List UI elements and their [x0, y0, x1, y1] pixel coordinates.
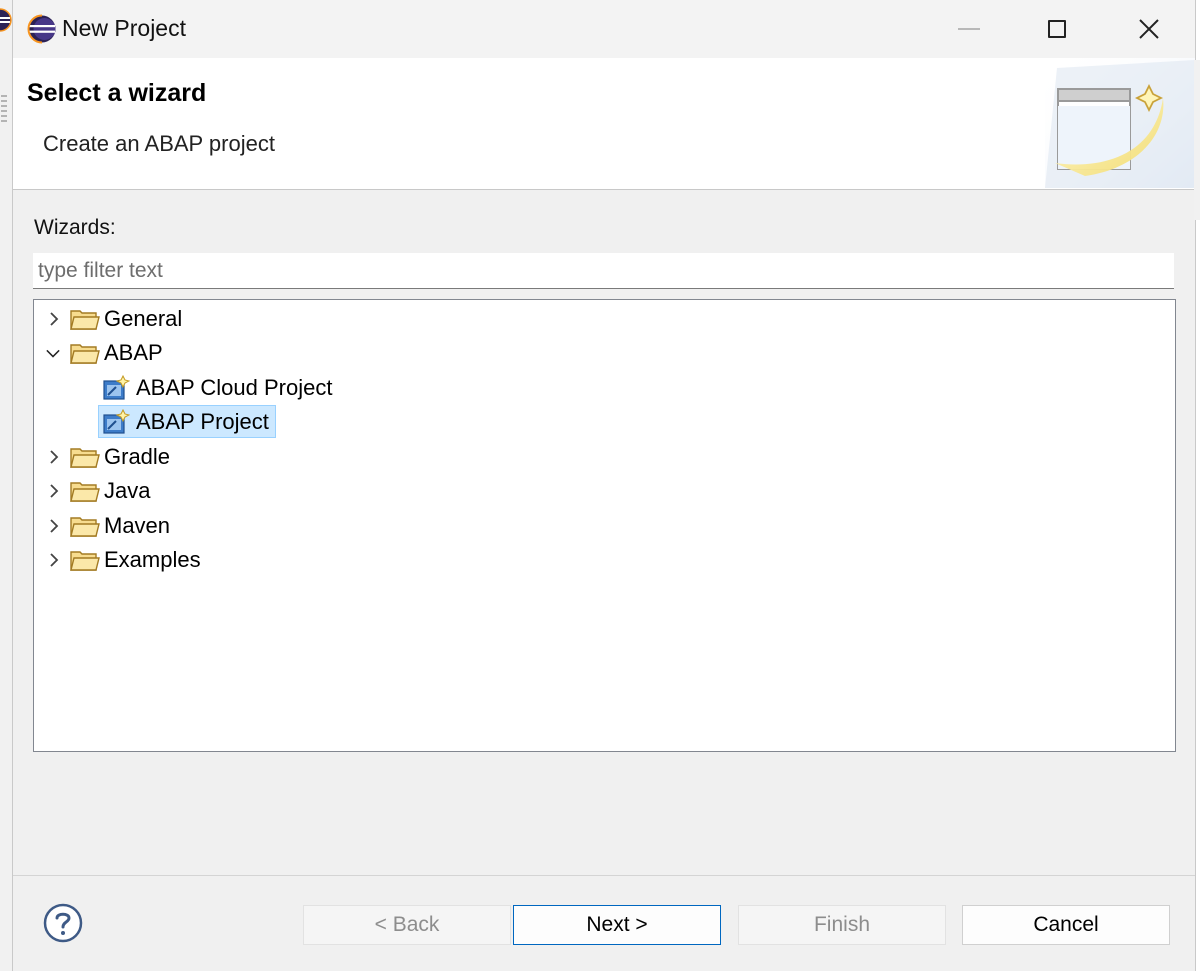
folder-open-icon: [70, 344, 100, 364]
folder-icon: [70, 517, 100, 537]
eclipse-icon: [27, 14, 56, 44]
wizard-tree[interactable]: General ABAP ABAP Cloud Project ABAP Pro…: [33, 299, 1176, 752]
folder-icon: [70, 448, 100, 468]
filter-input[interactable]: [33, 253, 1174, 289]
new-wizard-icon: [1045, 58, 1195, 188]
cancel-button[interactable]: Cancel: [962, 905, 1170, 945]
abap-project-wizard-icon: [103, 409, 130, 434]
tree-item-examples[interactable]: Examples: [34, 544, 434, 576]
tree-item-label: Examples: [104, 547, 201, 572]
window-title: New Project: [62, 15, 186, 41]
folder-icon: [70, 551, 100, 571]
tree-item-label: Maven: [104, 513, 171, 538]
page-description: Create an ABAP project: [43, 131, 275, 156]
chevron-right-icon[interactable]: [47, 519, 61, 533]
close-button[interactable]: [1105, 0, 1193, 58]
next-button[interactable]: Next >: [513, 905, 721, 945]
back-button[interactable]: < Back: [303, 905, 511, 945]
page-title: Select a wizard: [27, 79, 207, 107]
folder-icon: [70, 310, 100, 330]
wizards-label: Wizards:: [34, 216, 116, 239]
background-eclipse-icon: [0, 8, 12, 32]
minimize-icon: [958, 28, 980, 30]
help-icon[interactable]: [43, 903, 83, 943]
tree-item-abap-cloud-project[interactable]: ABAP Cloud Project: [98, 372, 358, 404]
background-grip-icon: [1, 95, 7, 125]
close-icon: [1139, 19, 1159, 39]
chevron-right-icon[interactable]: [47, 484, 61, 498]
maximize-icon: [1048, 20, 1066, 38]
chevron-right-icon[interactable]: [47, 312, 61, 326]
tree-item-abap-project[interactable]: ABAP Project: [98, 405, 276, 438]
tree-item-label: ABAP: [104, 340, 163, 365]
minimize-button[interactable]: [925, 0, 1013, 58]
tree-item-maven[interactable]: Maven: [34, 510, 434, 542]
tree-item-java[interactable]: Java: [34, 475, 434, 507]
tree-item-abap[interactable]: ABAP: [34, 337, 434, 369]
chevron-right-icon[interactable]: [47, 450, 61, 464]
new-project-dialog: New Project Select a wizard Create an AB…: [12, 0, 1196, 971]
tree-item-gradle[interactable]: Gradle: [34, 441, 434, 473]
tree-item-label: ABAP Project: [136, 409, 269, 434]
footer-separator: [13, 875, 1195, 876]
tree-item-label: General: [104, 306, 183, 331]
tree-item-label: ABAP Cloud Project: [136, 375, 333, 400]
title-bar[interactable]: New Project: [13, 0, 1195, 58]
maximize-button[interactable]: [1013, 0, 1101, 58]
chevron-down-icon[interactable]: [46, 346, 60, 360]
tree-item-label: Java: [104, 478, 151, 503]
tree-item-label: Gradle: [104, 444, 171, 469]
background-app-edge: [0, 0, 12, 971]
wizard-header: Select a wizard Create an ABAP project: [13, 58, 1195, 190]
abap-project-wizard-icon: [103, 375, 130, 400]
chevron-right-icon[interactable]: [47, 553, 61, 567]
tree-item-general[interactable]: General: [34, 303, 434, 335]
background-app-edge-right: [1194, 60, 1200, 220]
folder-icon: [70, 482, 100, 502]
finish-button[interactable]: Finish: [738, 905, 946, 945]
